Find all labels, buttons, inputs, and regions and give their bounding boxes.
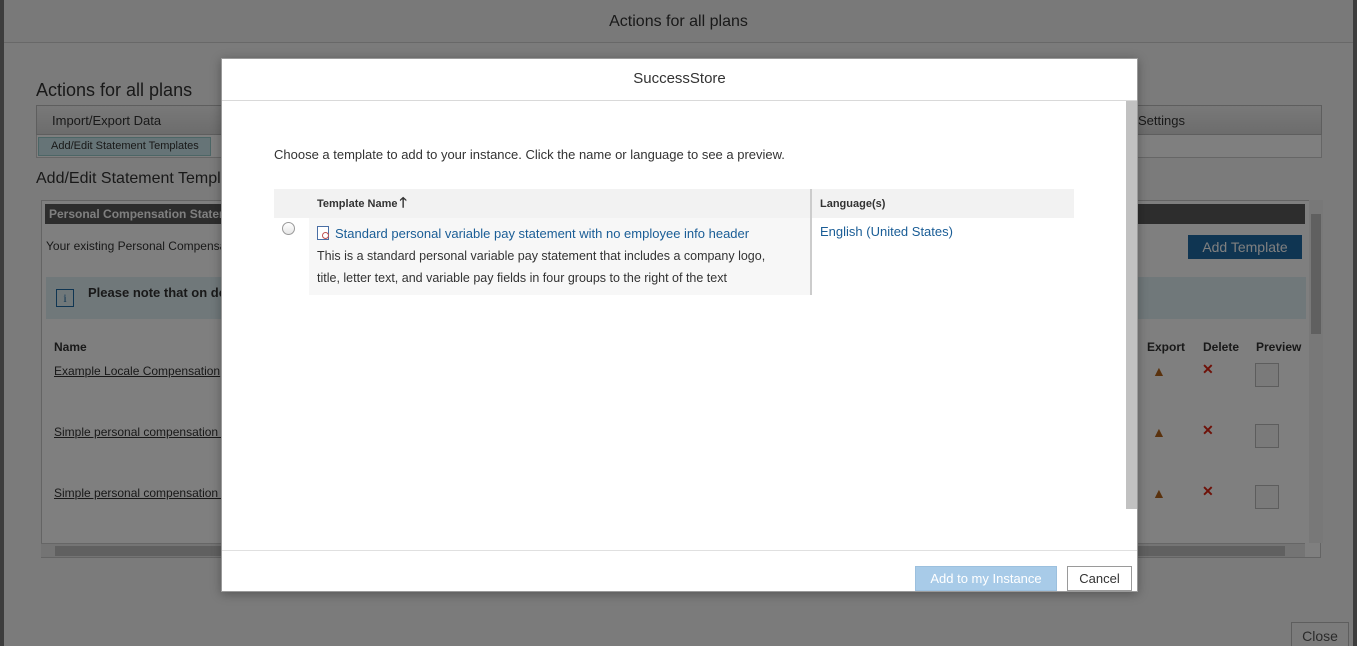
template-description-line: title, letter text, and variable pay fie… (317, 271, 727, 285)
template-name-header-label: Template Name (317, 197, 398, 210)
select-cell (274, 218, 309, 295)
template-radio[interactable] (282, 222, 295, 235)
dialog-footer: Add to my Instance Cancel (222, 550, 1137, 592)
add-to-instance-button[interactable]: Add to my Instance (915, 566, 1057, 591)
intro-text: Choose a template to add to your instanc… (274, 147, 785, 162)
document-preview-icon (317, 226, 329, 240)
template-description-line: This is a standard personal variable pay… (317, 249, 766, 263)
languages-header: Language(s) (811, 189, 1074, 218)
sort-ascending-icon: 🡑 (399, 193, 407, 210)
dialog-title: SuccessStore (222, 59, 1137, 101)
template-name-header[interactable]: Template Name 🡑 (309, 189, 812, 218)
language-cell: English (United States) (811, 218, 1074, 295)
successstore-dialog: SuccessStore Choose a template to add to… (221, 58, 1138, 592)
template-name-cell: Standard personal variable pay statement… (309, 218, 812, 295)
dialog-scrollbar[interactable] (1126, 101, 1137, 509)
dialog-body: Choose a template to add to your instanc… (222, 101, 1126, 551)
template-name-link[interactable]: Standard personal variable pay statement… (335, 226, 749, 241)
language-link[interactable]: English (United States) (820, 224, 953, 239)
select-column-header (274, 189, 309, 218)
cancel-button[interactable]: Cancel (1067, 566, 1132, 591)
table-row: Standard personal variable pay statement… (274, 218, 1074, 295)
template-table: Template Name 🡑 Language(s) Standard pers… (274, 189, 1074, 295)
